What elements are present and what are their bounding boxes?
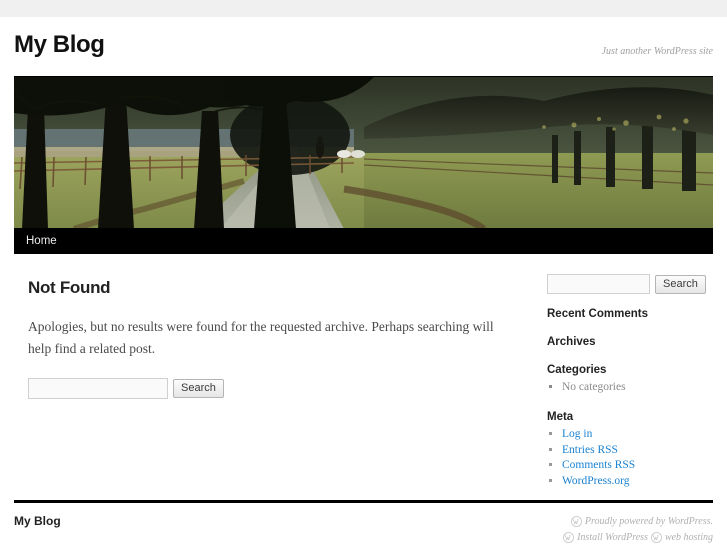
meta-link-comments-rss[interactable]: Comments RSS xyxy=(562,459,635,471)
credit-line-install: Install WordPress web hosting xyxy=(563,530,713,546)
widget-title-categories: Categories xyxy=(547,364,607,376)
wordpress-logo-icon xyxy=(563,531,575,543)
meta-link-entries-rss[interactable]: Entries RSS xyxy=(562,444,618,456)
nav-item-home[interactable]: Home xyxy=(14,228,69,254)
widget-title-meta: Meta xyxy=(547,410,574,423)
main-region: Not Found Apologies, but no results were… xyxy=(14,254,713,494)
content-search-button[interactable]: Search xyxy=(173,378,224,398)
site-title: My Blog xyxy=(14,33,105,57)
meta-list: Log in Entries RSS Comments RSS WordPres… xyxy=(547,428,713,489)
categories-list: No categories xyxy=(547,381,713,395)
wordpress-logo-icon xyxy=(651,531,662,543)
meta-link-wordpress-org[interactable]: WordPress.org xyxy=(562,475,630,487)
content-column: Not Found Apologies, but no results were… xyxy=(14,278,496,399)
meta-link-login[interactable]: Log in xyxy=(562,428,592,440)
nav-list: Home xyxy=(14,228,69,254)
credit-link-web-hosting[interactable]: web hosting xyxy=(665,530,713,546)
site-title-link[interactable]: My Blog xyxy=(14,31,105,58)
list-item[interactable]: WordPress.org xyxy=(562,475,713,489)
sidebar-search-input[interactable] xyxy=(547,274,650,294)
entry-content: Apologies, but no results were found for… xyxy=(28,316,498,360)
nav-link-home[interactable]: Home xyxy=(14,228,69,254)
sidebar-search-button[interactable]: Search xyxy=(655,274,706,294)
browser-top-strip xyxy=(0,0,727,17)
header-image xyxy=(14,77,713,228)
main-navigation[interactable]: Home xyxy=(14,228,713,254)
widget-recent-comments: Recent Comments xyxy=(547,308,713,320)
page-title: Not Found xyxy=(28,278,111,297)
not-found-message: Apologies, but no results were found for… xyxy=(28,319,494,356)
list-item[interactable]: Log in xyxy=(562,428,713,442)
footer-site-title-text: My Blog xyxy=(14,514,61,528)
page-wrapper: My Blog Just another WordPress site Home… xyxy=(0,17,727,543)
widget-archives: Archives xyxy=(547,336,713,348)
header-image-container xyxy=(14,76,713,228)
list-item: No categories xyxy=(562,381,713,395)
content-search-form[interactable]: Search xyxy=(28,377,496,399)
sidebar-search-form[interactable]: Search xyxy=(547,274,713,294)
footer-site-title[interactable]: My Blog xyxy=(14,514,61,528)
list-item[interactable]: Comments RSS xyxy=(562,459,713,473)
site-info: Proudly powered by WordPress. Install Wo… xyxy=(563,514,713,545)
credit-line-powered: Proudly powered by WordPress. xyxy=(563,514,713,530)
site-footer: My Blog Proudly powered by WordPress. In… xyxy=(14,500,713,548)
credit-link-install-wordpress[interactable]: Install WordPress xyxy=(577,530,648,546)
list-item[interactable]: Entries RSS xyxy=(562,444,713,458)
content-search-input[interactable] xyxy=(28,377,168,399)
widget-title-archives: Archives xyxy=(547,336,596,348)
sidebar: Search Recent Comments Archives Categori… xyxy=(547,274,713,505)
wordpress-logo-icon xyxy=(570,516,582,528)
site-description: Just another WordPress site xyxy=(601,46,713,57)
credit-link-wordpress[interactable]: Proudly powered by WordPress. xyxy=(585,514,713,530)
widget-categories: Categories No categories xyxy=(547,364,713,395)
widget-title-recent-comments: Recent Comments xyxy=(547,308,648,320)
widget-meta: Meta Log in Entries RSS Comments RSS Wor… xyxy=(547,411,713,489)
site-branding: My Blog Just another WordPress site xyxy=(0,17,727,76)
